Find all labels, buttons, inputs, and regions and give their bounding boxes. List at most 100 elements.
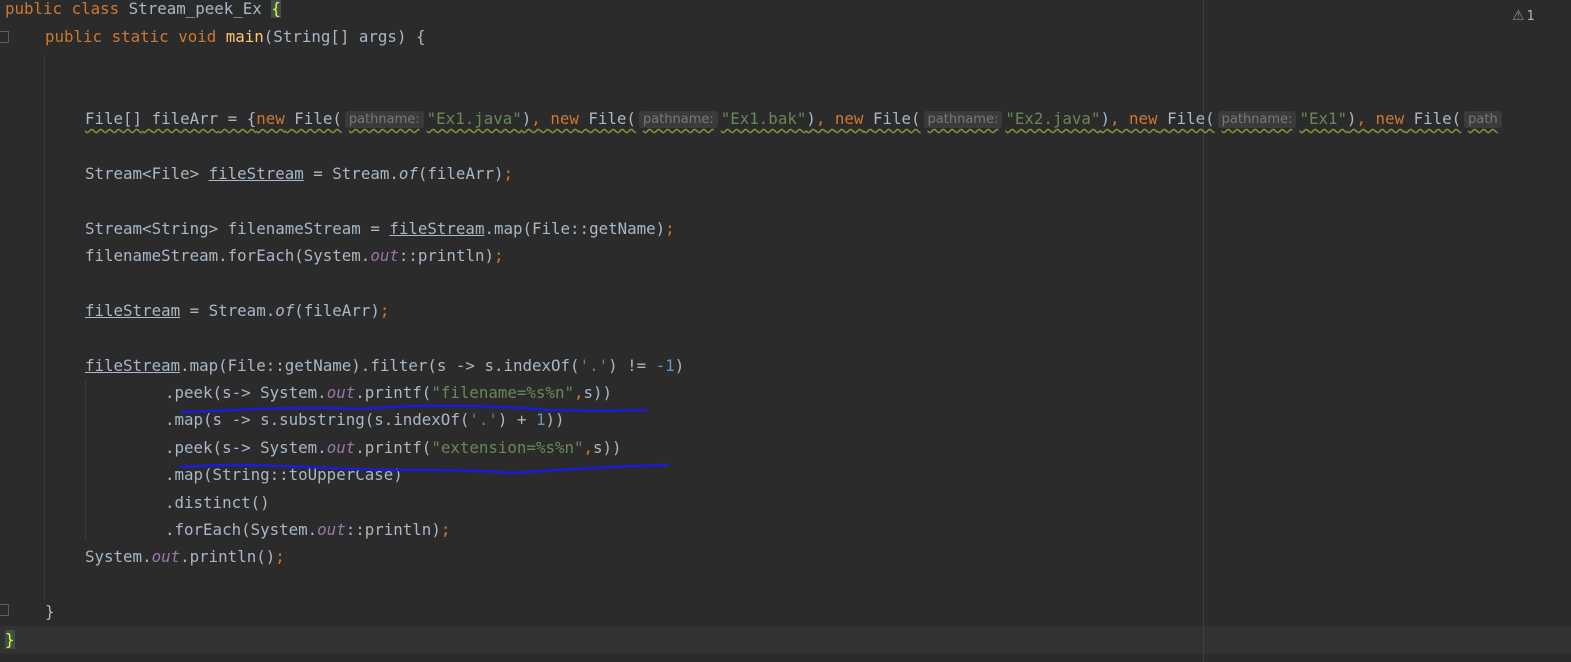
code-line[interactable]: .peek(s-> System.out.printf("filename=%s… (165, 379, 612, 406)
number-literal: -1 (655, 356, 675, 375)
fold-marker-icon[interactable] (0, 31, 9, 43)
code-token: s)) (593, 438, 622, 457)
code-line[interactable]: .peek(s-> System.out.printf("extension=%… (165, 434, 622, 461)
code-line[interactable]: .forEach(System.out::println); (165, 516, 450, 543)
keyword: new (550, 109, 579, 128)
string-literal: "extension=%s%n" (431, 438, 584, 457)
keyword: new (834, 109, 864, 128)
code-token: fileArr (151, 109, 219, 128)
code-line[interactable]: } (5, 626, 15, 653)
code-token: File( (294, 109, 342, 128)
code-line[interactable]: public class Stream_peek_Ex { (5, 0, 281, 22)
code-token: .printf( (355, 383, 432, 402)
string-literal: "filename=%s%n" (431, 383, 574, 402)
code-token: File( (588, 109, 636, 128)
keyword: new (256, 109, 285, 128)
parameter-hint: pathname: (923, 111, 1003, 128)
code-line[interactable]: Stream<File> fileStream = Stream.of(file… (85, 160, 513, 187)
code-token: Stream<String> filenameStream = (85, 219, 390, 238)
code-token: ; (503, 164, 514, 183)
code-line[interactable]: .map(s -> s.substring(s.indexOf('.') + 1… (165, 406, 564, 433)
code-line[interactable]: Stream<String> filenameStream = fileStre… (85, 215, 675, 242)
keyword: new (1129, 109, 1158, 128)
code-token: ; (275, 547, 285, 566)
code-token: .map(File::getName) (484, 219, 666, 238)
string-literal: "Ex1.bak" (720, 109, 807, 128)
code-line[interactable]: public static void main(String[] args) { (45, 23, 425, 50)
code-token: , (583, 438, 594, 457)
keyword: new (1375, 109, 1405, 128)
code-token: , (531, 109, 541, 128)
code-token: = { (218, 109, 257, 128)
code-token: )) (545, 410, 565, 429)
code-token: .peek(s-> System. (165, 383, 327, 402)
code-token: .map(String::toUpperCase) (165, 465, 403, 484)
code-line[interactable]: } (45, 598, 55, 625)
code-token: .map(File::getName).filter(s -> s.indexO… (180, 356, 580, 375)
code-token: } (45, 602, 55, 621)
variable: fileStream (85, 356, 181, 375)
matched-brace: { (271, 0, 281, 18)
matched-brace: } (5, 630, 15, 649)
parameter-hint: pathname: (344, 111, 424, 128)
code-token: filenameStream.forEach(System. (85, 246, 371, 265)
variable: fileStream (389, 219, 485, 238)
method-params: (String[] args) { (263, 27, 426, 46)
parameter-hint: pathname: (1217, 111, 1297, 128)
code-token: = Stream. (303, 164, 399, 183)
code-token: ) (806, 109, 816, 128)
indent-guide (44, 55, 45, 600)
code-token: File( (872, 109, 921, 128)
code-line[interactable]: fileStream.map(File::getName).filter(s -… (85, 352, 684, 379)
code-line[interactable]: fileStream = Stream.of(fileArr); (85, 297, 389, 324)
code-token: .distinct() (165, 493, 270, 512)
code-editor[interactable]: ⚠ 1 public class Stream_peek_Ex { public … (0, 0, 1571, 662)
code-token: , (1356, 109, 1367, 128)
code-line[interactable]: filenameStream.forEach(System.out::print… (85, 242, 504, 269)
inspection-widget[interactable]: ⚠ 1 (1512, 8, 1535, 24)
code-token: ::println) (345, 520, 441, 539)
code-token: , (1109, 109, 1120, 128)
class-name: Stream_peek_Ex (128, 0, 262, 18)
code-line[interactable]: .distinct() (165, 489, 270, 516)
code-token: ; (440, 520, 451, 539)
static-method: of (275, 301, 295, 320)
string-literal: "Ex1" (1299, 109, 1347, 128)
code-token: .peek(s-> System. (165, 438, 327, 457)
fold-marker-icon[interactable] (0, 604, 9, 616)
keyword: static (111, 27, 169, 46)
parameter-hint: pathname: (638, 111, 718, 128)
warning-triangle-icon: ⚠ (1512, 8, 1525, 24)
variable: fileStream (85, 301, 181, 320)
code-line[interactable]: System.out.println(); (85, 543, 285, 570)
code-token: ::println) (398, 246, 494, 265)
right-margin-guide (1203, 0, 1204, 662)
string-literal: "Ex2.java" (1005, 109, 1101, 128)
code-line[interactable]: File[] fileArr = {new File(pathname: "Ex1… (85, 105, 1505, 132)
code-token: ) + (497, 410, 536, 429)
code-token: File( (1167, 109, 1215, 128)
char-literal: '.' (469, 410, 498, 429)
code-token: , (574, 383, 584, 402)
code-token: File( (1413, 109, 1462, 128)
variable: fileStream (208, 164, 304, 183)
current-line-highlight (0, 626, 1571, 654)
keyword: class (71, 0, 120, 18)
static-method: of (398, 164, 418, 183)
code-token: ) (674, 356, 685, 375)
code-line[interactable]: .map(String::toUpperCase) (165, 461, 403, 488)
keyword: public (5, 0, 63, 18)
code-token: Stream<File> (85, 164, 209, 183)
indent-guide (85, 380, 86, 540)
keyword: public (45, 27, 103, 46)
code-token: ; (665, 219, 675, 238)
keyword: void (178, 27, 217, 46)
code-token: .map(s -> s.substring(s.indexOf( (165, 410, 470, 429)
code-token: .forEach(System. (165, 520, 318, 539)
code-token: , (815, 109, 826, 128)
string-literal: "Ex1.java" (426, 109, 522, 128)
code-token: System. (85, 547, 152, 566)
method-name: main (225, 27, 264, 46)
static-field: out (151, 547, 181, 566)
static-field: out (326, 438, 356, 457)
